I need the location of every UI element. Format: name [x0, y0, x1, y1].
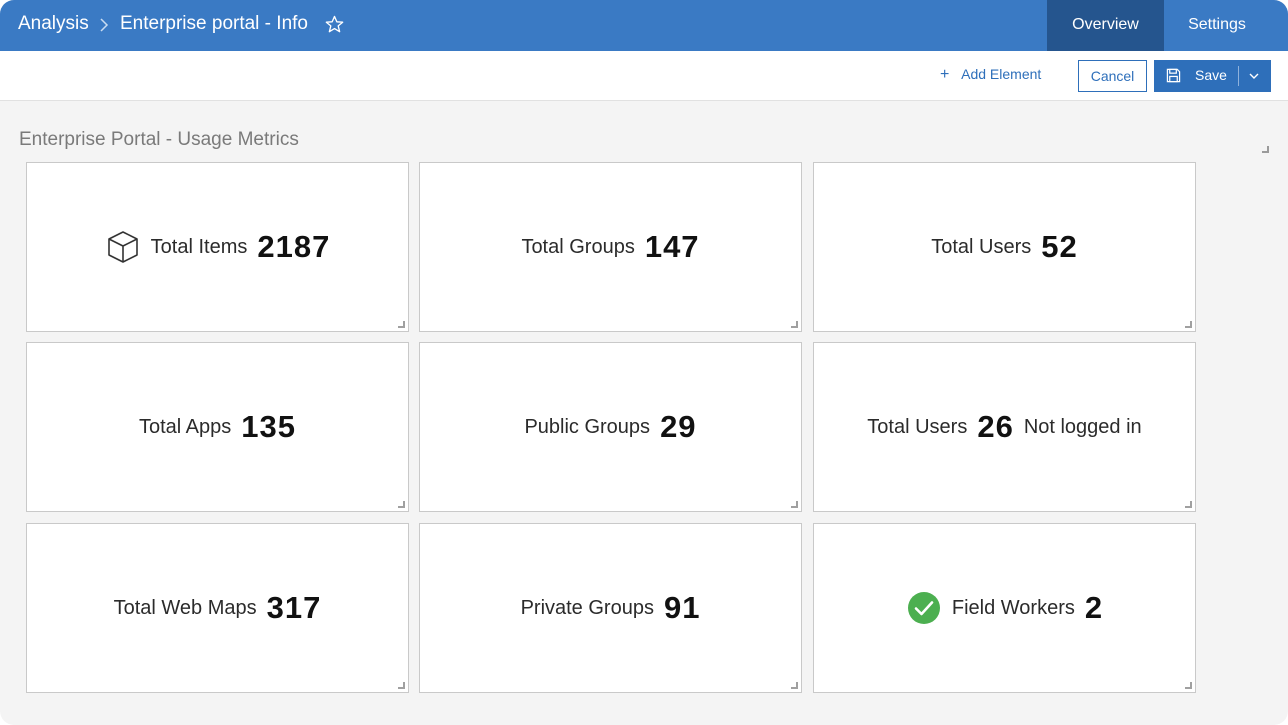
card-resize-handle[interactable] [1185, 321, 1192, 328]
card-resize-handle[interactable] [398, 501, 405, 508]
metric-value: 2187 [257, 229, 331, 264]
metric-label: Total Web Maps [113, 596, 257, 619]
metric-value: 135 [241, 409, 297, 444]
metric-label: Field Workers [951, 596, 1075, 619]
cancel-button[interactable]: Cancel [1078, 60, 1147, 92]
card-resize-handle[interactable] [791, 682, 798, 689]
tab-overview[interactable]: Overview [1047, 0, 1164, 51]
metric-card-public-groups[interactable]: Public Groups 29 [419, 342, 802, 512]
metric-label: Total Users [931, 235, 1032, 258]
breadcrumb-analysis[interactable]: Analysis [18, 13, 89, 35]
tab-settings[interactable]: Settings [1164, 0, 1270, 51]
metric-value: 91 [663, 590, 701, 625]
card-resize-handle[interactable] [1185, 501, 1192, 508]
save-disk-icon [1166, 68, 1181, 83]
metric-label: Total Items [150, 235, 248, 258]
section-resize-handle[interactable] [1262, 146, 1269, 153]
chevron-right-icon [100, 18, 109, 32]
toolbar: + Add Element Cancel Save [0, 51, 1288, 101]
add-element-label: Add Element [961, 66, 1042, 82]
card-resize-handle[interactable] [398, 321, 405, 328]
card-resize-handle[interactable] [791, 501, 798, 508]
add-element-button[interactable]: + Add Element [940, 66, 1041, 84]
save-button[interactable]: Save [1154, 60, 1271, 92]
section-title: Enterprise Portal - Usage Metrics [19, 129, 299, 150]
favorite-star-icon[interactable] [325, 15, 344, 34]
app-window: Analysis Enterprise portal - Info Overvi… [0, 0, 1288, 725]
metric-label: Private Groups [520, 596, 654, 619]
cube-icon [107, 231, 138, 263]
metric-value: 26 [977, 409, 1014, 444]
metric-value: 52 [1041, 229, 1078, 264]
top-bar: Analysis Enterprise portal - Info Overvi… [0, 0, 1288, 51]
save-divider [1238, 66, 1239, 86]
page-title: Enterprise portal - Info [120, 13, 308, 34]
chevron-down-icon[interactable] [1248, 71, 1260, 81]
metric-card-total-apps[interactable]: Total Apps 135 [26, 342, 409, 512]
metric-card-total-items[interactable]: Total Items 2187 [26, 162, 409, 332]
metric-value: 2 [1084, 590, 1104, 625]
plus-icon: + [940, 66, 950, 83]
metric-card-total-web-maps[interactable]: Total Web Maps 317 [26, 523, 409, 693]
metric-card-field-workers[interactable]: Field Workers 2 [813, 523, 1196, 693]
card-resize-handle[interactable] [398, 682, 405, 689]
save-label: Save [1195, 67, 1227, 83]
metric-label: Total Groups [521, 235, 635, 258]
card-resize-handle[interactable] [1185, 682, 1192, 689]
metric-card-total-users[interactable]: Total Users 52 [813, 162, 1196, 332]
metric-card-users-not-logged-in[interactable]: Total Users 26 Not logged in [813, 342, 1196, 512]
check-circle-icon [907, 592, 940, 624]
metric-card-total-groups[interactable]: Total Groups 147 [419, 162, 802, 332]
metric-card-private-groups[interactable]: Private Groups 91 [419, 523, 802, 693]
metric-value: 147 [644, 229, 700, 264]
metric-label: Total Users [867, 415, 968, 438]
metric-suffix: Not logged in [1023, 415, 1142, 438]
metric-label: Total Apps [138, 415, 232, 438]
metric-value: 29 [660, 409, 697, 444]
metric-value: 317 [266, 590, 322, 625]
metric-label: Public Groups [524, 415, 651, 438]
card-resize-handle[interactable] [791, 321, 798, 328]
